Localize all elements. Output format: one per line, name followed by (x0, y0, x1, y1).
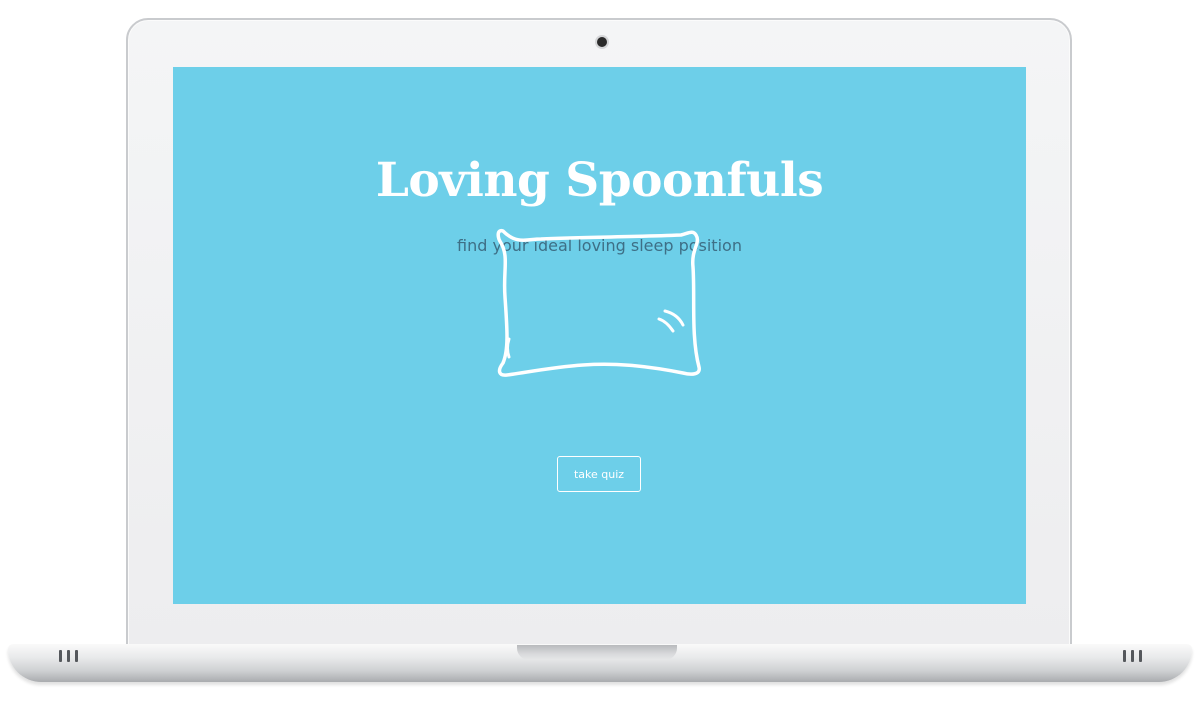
speaker-vent-right (1117, 650, 1147, 662)
page-title: Loving Spoonfuls (375, 153, 824, 208)
laptop-screen: Loving Spoonfuls find your ideal loving … (173, 67, 1026, 604)
lid-opening-notch (517, 645, 677, 660)
laptop-mockup: Loving Spoonfuls find your ideal loving … (0, 0, 1200, 701)
webcam (597, 37, 607, 47)
take-quiz-button[interactable]: take quiz (557, 456, 641, 492)
pillow-icon (496, 228, 701, 377)
speaker-vent-left (53, 650, 83, 662)
